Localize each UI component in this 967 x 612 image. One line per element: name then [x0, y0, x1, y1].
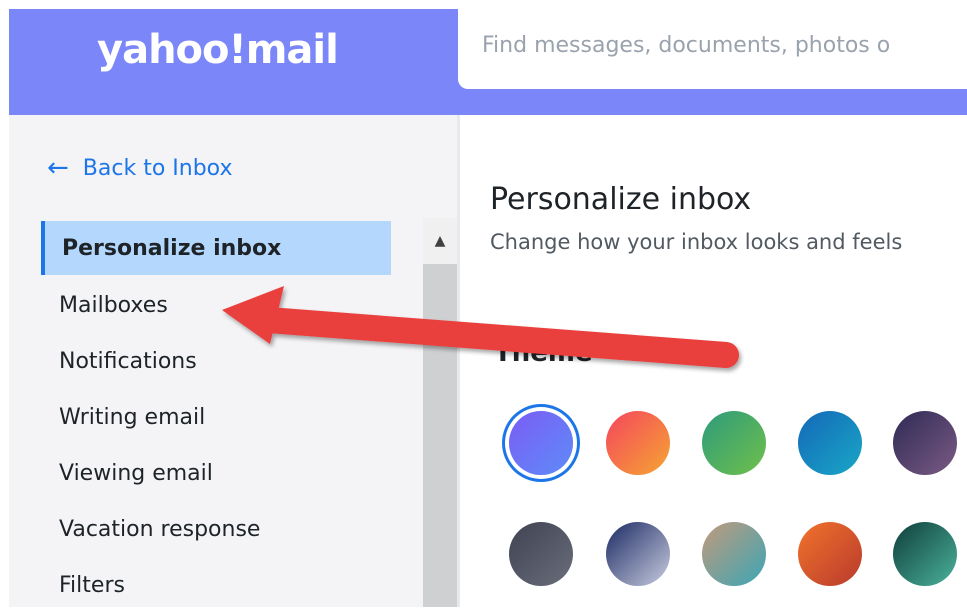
sidebar-item-viewing-email[interactable]: Viewing email — [41, 446, 391, 500]
page-subtitle: Change how your inbox looks and feels — [490, 230, 903, 254]
sidebar-item-mailboxes[interactable]: Mailboxes — [41, 278, 391, 332]
search-bar[interactable]: Find messages, documents, photos o — [458, 9, 967, 89]
back-to-inbox-label: Back to Inbox — [82, 155, 233, 181]
theme-swatch-teal-landscape-photo[interactable] — [893, 522, 957, 586]
sidebar-item-label: Vacation response — [59, 516, 261, 542]
sidebar-item-label: Writing email — [59, 404, 206, 430]
theme-swatch-desert-sunset-photo[interactable] — [798, 522, 862, 586]
sidebar-item-personalize-inbox[interactable]: Personalize inbox — [41, 221, 391, 275]
page-title: Personalize inbox — [490, 182, 752, 217]
sidebar-item-filters[interactable]: Filters — [41, 558, 391, 612]
theme-swatch-dusk-purple[interactable] — [893, 411, 957, 475]
sidebar-scrollbar[interactable]: ▲ — [423, 218, 457, 607]
theme-swatch-ocean-blue[interactable] — [798, 411, 862, 475]
theme-swatch-mountain-photo[interactable] — [606, 522, 670, 586]
yahoo-mail-logo[interactable]: yahoo!mail — [97, 27, 339, 73]
theme-swatch-slate-gray[interactable] — [509, 522, 573, 586]
pane-divider — [457, 115, 460, 607]
sidebar-item-label: Viewing email — [59, 460, 213, 486]
search-input[interactable]: Find messages, documents, photos o — [482, 33, 890, 58]
arrow-left-icon: ← — [47, 153, 69, 183]
theme-swatch-purple-blue[interactable] — [509, 411, 573, 475]
theme-swatch-green[interactable] — [702, 411, 766, 475]
settings-sidebar: ← Back to Inbox Personalize inbox Mailbo… — [9, 115, 457, 607]
sidebar-item-notifications[interactable]: Notifications — [41, 334, 391, 388]
sidebar-item-label: Mailboxes — [59, 292, 168, 318]
sidebar-item-label: Notifications — [59, 348, 197, 374]
sidebar-item-label: Personalize inbox — [62, 235, 282, 261]
theme-heading: Theme — [494, 338, 593, 368]
sidebar-item-vacation-response[interactable]: Vacation response — [41, 502, 391, 556]
sidebar-item-writing-email[interactable]: Writing email — [41, 390, 391, 444]
sidebar-item-label: Filters — [59, 572, 125, 598]
theme-swatch-sunset-orange[interactable] — [606, 411, 670, 475]
theme-swatch-camper-photo[interactable] — [702, 522, 766, 586]
scroll-up-icon[interactable]: ▲ — [423, 218, 457, 264]
back-to-inbox-link[interactable]: ← Back to Inbox — [47, 155, 232, 181]
